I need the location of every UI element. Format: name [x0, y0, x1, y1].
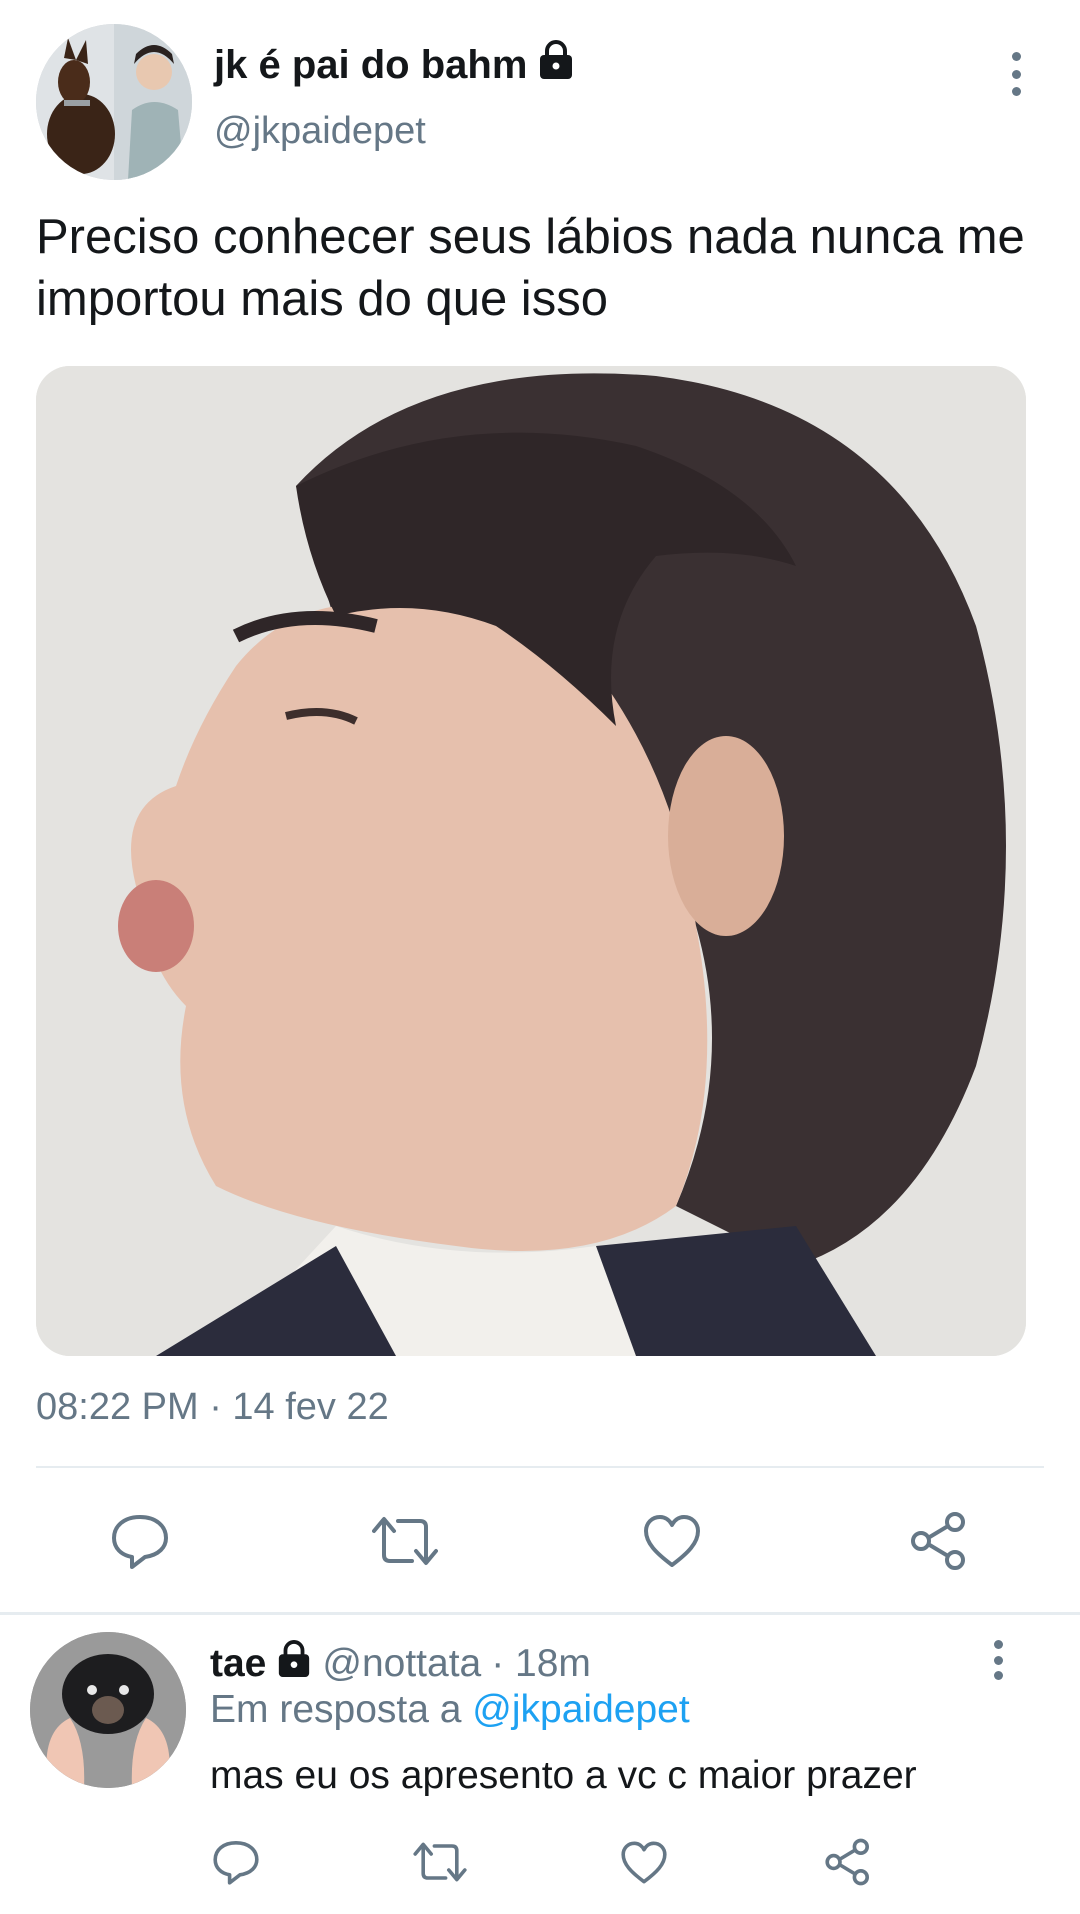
- author-display-name-row[interactable]: jk é pai do bahm: [214, 40, 575, 90]
- tweet-timestamp[interactable]: 08:22 PM · 14 fev 22: [36, 1386, 389, 1429]
- retweet-icon[interactable]: [410, 1832, 470, 1892]
- reply-text: mas eu os apresento a vc c maior prazer: [210, 1754, 917, 1797]
- in-reply-to-prefix: Em resposta a: [210, 1688, 462, 1731]
- reply-icon[interactable]: [206, 1832, 266, 1892]
- tweet-photo[interactable]: [36, 366, 1026, 1356]
- in-reply-to: Em resposta a @jkpaidepet: [210, 1688, 690, 1732]
- divider: [36, 1466, 1044, 1468]
- author-handle[interactable]: @jkpaidepet: [214, 110, 426, 153]
- reply-author-display-name[interactable]: tae: [210, 1642, 266, 1686]
- like-icon[interactable]: [637, 1506, 707, 1576]
- more-vertical-icon[interactable]: [1000, 52, 1032, 96]
- reply-author-avatar[interactable]: [30, 1632, 186, 1788]
- reply-time: · 18m: [491, 1642, 591, 1685]
- author-avatar[interactable]: [36, 24, 192, 180]
- reply-header: tae @nottata · 18m: [210, 1640, 591, 1688]
- more-vertical-icon[interactable]: [982, 1640, 1014, 1680]
- in-reply-to-mention[interactable]: @jkpaidepet: [472, 1688, 689, 1731]
- author-display-name[interactable]: jk é pai do bahm: [214, 43, 527, 88]
- retweet-icon[interactable]: [370, 1506, 440, 1576]
- tweet-text: Preciso conhecer seus lábios nada nunca …: [36, 210, 1025, 326]
- lock-icon: [537, 40, 575, 90]
- share-icon[interactable]: [818, 1832, 878, 1892]
- share-icon[interactable]: [904, 1506, 974, 1576]
- lock-icon: [276, 1640, 312, 1688]
- like-icon[interactable]: [614, 1832, 674, 1892]
- reply-author-handle[interactable]: @nottata: [322, 1642, 481, 1686]
- divider: [0, 1612, 1080, 1615]
- reply-icon[interactable]: [105, 1506, 175, 1576]
